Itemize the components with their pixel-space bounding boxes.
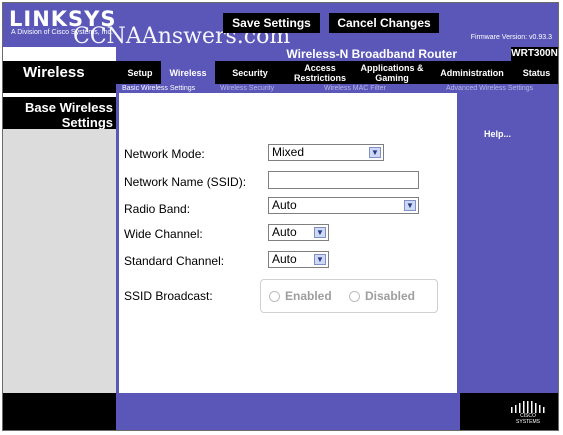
help-panel: Help... <box>460 93 558 393</box>
ssid-input[interactable] <box>268 171 419 189</box>
left-panel-heading: Base Wireless Settings <box>3 97 116 130</box>
chevron-down-icon: ▼ <box>314 227 326 238</box>
wide-channel-label: Wide Channel: <box>124 227 203 241</box>
subtab-wireless-security[interactable]: Wireless Security <box>220 84 274 93</box>
standard-channel-select[interactable]: Auto ▼ <box>268 251 329 268</box>
left-panel <box>3 129 116 393</box>
ssid-label: Network Name (SSID): <box>124 175 247 189</box>
standard-channel-label: Standard Channel: <box>124 254 225 268</box>
cisco-logo-text: CISCO SYSTEMS <box>516 413 540 425</box>
product-bar: Wireless-N Broadband Router <box>116 47 513 61</box>
tab-setup[interactable]: Setup <box>119 61 161 84</box>
action-bar <box>116 393 460 430</box>
model-badge: WRT300N <box>511 47 558 61</box>
subtab-basic-wireless-settings[interactable]: Basic Wireless Settings <box>122 84 195 93</box>
settings-content <box>116 93 460 393</box>
cisco-logo: CISCO SYSTEMS <box>508 399 548 425</box>
save-settings-button[interactable]: Save Settings <box>223 13 320 33</box>
wide-channel-value: Auto <box>272 225 297 239</box>
help-link[interactable]: Help... <box>484 129 511 139</box>
standard-channel-value: Auto <box>272 252 297 266</box>
sub-nav: Basic Wireless Settings Wireless Securit… <box>116 84 558 93</box>
subtab-wireless-mac-filter[interactable]: Wireless MAC Filter <box>324 84 386 93</box>
radio-band-value: Auto <box>272 198 297 212</box>
ssid-broadcast-disabled-radio[interactable] <box>349 291 360 302</box>
subtab-advanced-wireless-settings[interactable]: Advanced Wireless Settings <box>446 84 533 93</box>
ssid-broadcast-enabled-label: Enabled <box>285 289 332 303</box>
cancel-changes-button[interactable]: Cancel Changes <box>329 13 439 33</box>
chevron-down-icon: ▼ <box>314 254 326 265</box>
network-mode-value: Mixed <box>272 145 305 159</box>
product-row: Wireless-N Broadband Router WRT300N <box>3 47 558 61</box>
network-mode-label: Network Mode: <box>124 147 205 161</box>
chevron-down-icon: ▼ <box>404 200 416 211</box>
firmware-version: Firmware Version: v0.93.3 <box>470 34 552 41</box>
radio-band-label: Radio Band: <box>124 202 191 216</box>
tab-administration[interactable]: Administration <box>429 61 515 84</box>
chevron-down-icon: ▼ <box>369 147 381 158</box>
section-title: Wireless <box>3 61 116 93</box>
tab-wireless[interactable]: Wireless <box>161 61 215 84</box>
ssid-broadcast-disabled-label: Disabled <box>365 289 416 303</box>
ssid-broadcast-enabled-radio[interactable] <box>269 291 280 302</box>
wide-channel-select[interactable]: Auto ▼ <box>268 224 329 241</box>
router-admin-page: LINKSYS A Division of Cisco Systems, Inc… <box>2 2 559 431</box>
tab-security[interactable]: Security <box>215 61 285 84</box>
ssid-broadcast-label: SSID Broadcast: <box>124 289 213 303</box>
left-footer <box>3 393 116 430</box>
tab-applications-gaming[interactable]: Applications & Gaming <box>355 61 429 84</box>
radio-band-select[interactable]: Auto ▼ <box>268 197 419 214</box>
network-mode-select[interactable]: Mixed ▼ <box>268 144 384 161</box>
tab-access-restrictions[interactable]: Access Restrictions <box>285 61 355 84</box>
footer-logo-area: CISCO SYSTEMS <box>460 393 558 430</box>
cisco-bridge-icon <box>511 401 545 413</box>
product-name: Wireless-N Broadband Router <box>286 47 457 61</box>
tab-status[interactable]: Status <box>515 61 558 84</box>
